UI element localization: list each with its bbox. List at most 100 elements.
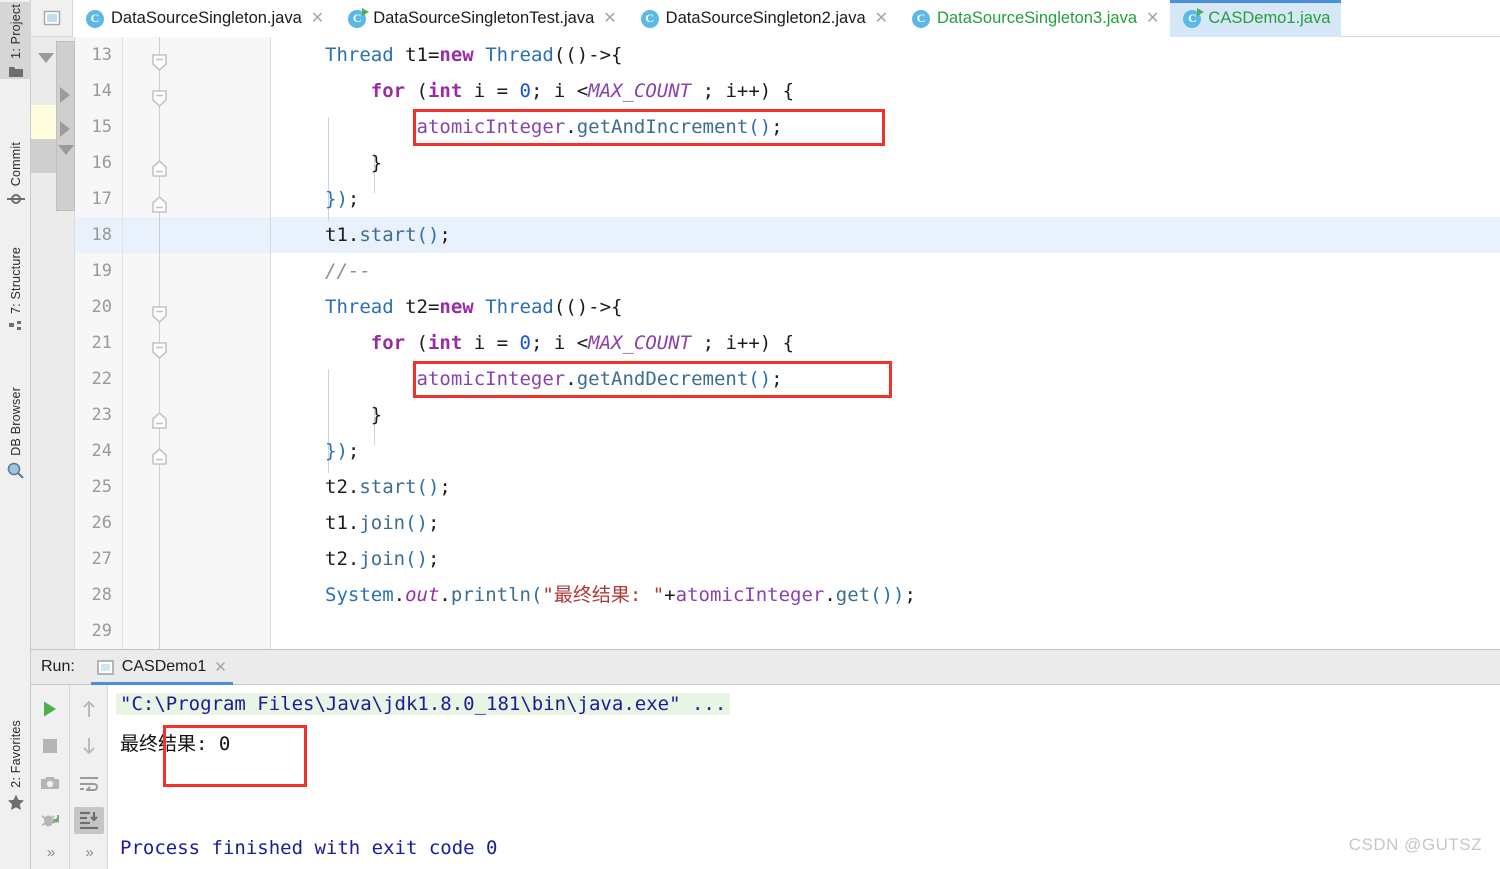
sidebar-item-label: Commit xyxy=(8,142,23,187)
code-row[interactable]: System.out.println("最终结果: "+atomicIntege… xyxy=(271,577,1500,613)
code-row[interactable]: t2.join(); xyxy=(271,541,1500,577)
sidebar-item-project[interactable]: 1: Project xyxy=(0,2,31,79)
line-number: 20 xyxy=(91,297,112,317)
tab-DataSourceSingleton2[interactable]: C DataSourceSingleton2.java ✕ xyxy=(627,0,900,37)
line-number: 18 xyxy=(91,225,112,245)
commit-icon xyxy=(6,192,25,206)
line-number: 27 xyxy=(91,549,112,569)
fold-collapse-icon[interactable] xyxy=(150,305,169,324)
gutter-row: 22 xyxy=(75,361,122,397)
code-row[interactable]: atomicInteger.getAndIncrement(); xyxy=(271,109,1500,145)
console-output[interactable]: "C:\Program Files\Java\jdk1.8.0_181\bin\… xyxy=(107,685,1500,869)
sidebar-item-label: 7: Structure xyxy=(8,247,23,315)
code-row[interactable]: for (int i = 0; i <MAX_COUNT ; i++) { xyxy=(271,325,1500,361)
sidebar-item-label: DB Browser xyxy=(8,387,23,456)
code-row[interactable]: Thread t2=new Thread(()->{ xyxy=(271,289,1500,325)
sidebar-item-favorites[interactable]: 2: Favorites xyxy=(0,718,31,811)
code-row[interactable]: //-- xyxy=(271,253,1500,289)
gutter-row: 27 xyxy=(75,541,122,577)
sidebar-item-db-browser[interactable]: DB Browser xyxy=(0,385,31,479)
java-class-icon: C xyxy=(640,9,659,28)
close-icon[interactable]: ✕ xyxy=(875,10,888,27)
soft-wrap-icon[interactable] xyxy=(74,770,104,797)
code-row[interactable]: atomicInteger.getAndDecrement(); xyxy=(271,361,1500,397)
close-icon[interactable]: ✕ xyxy=(603,10,616,27)
chevron-double-right-icon[interactable]: » xyxy=(47,844,55,861)
gutter-row: 14 xyxy=(75,73,122,109)
gutter-row: 26 xyxy=(75,505,122,541)
code-row[interactable]: t2.start(); xyxy=(271,469,1500,505)
sidebar-item-label: 2: Favorites xyxy=(8,720,23,788)
console-exit-line: Process finished with exit code 0 xyxy=(120,837,498,859)
gutter-row: 20 xyxy=(75,289,122,325)
code-row[interactable] xyxy=(271,613,1500,649)
code-row[interactable]: } xyxy=(271,397,1500,433)
fold-collapse-icon[interactable] xyxy=(150,341,169,360)
run-tool-window: Run: CASDemo1 ✕ » » "C:\Program Files\Ja… xyxy=(31,649,1500,869)
editor-nav-rail[interactable] xyxy=(31,37,75,649)
tab-DataSourceSingleton3[interactable]: C DataSourceSingleton3.java ✕ xyxy=(899,0,1171,37)
fold-end-icon[interactable] xyxy=(150,447,169,466)
line-number: 21 xyxy=(91,333,112,353)
ide-window: 1: Project Commit 7: Structure DB Browse… xyxy=(0,0,1500,869)
gutter-row: 16 xyxy=(75,145,122,181)
code-row[interactable]: for (int i = 0; i <MAX_COUNT ; i++) { xyxy=(271,73,1500,109)
fold-collapse-icon[interactable] xyxy=(150,89,169,108)
tab-overview-button[interactable] xyxy=(31,0,73,36)
run-panel-label: Run: xyxy=(41,658,75,675)
tab-CASDemo1[interactable]: C CASDemo1.java xyxy=(1170,0,1342,37)
gutter-row: 21 xyxy=(75,325,122,361)
caret-line-highlight xyxy=(123,217,270,253)
code-fold-gutter[interactable] xyxy=(123,37,271,649)
close-icon[interactable]: ✕ xyxy=(1146,10,1159,27)
structure-icon xyxy=(8,320,24,334)
chevron-down-icon[interactable] xyxy=(58,145,74,155)
run-config-icon xyxy=(96,659,114,675)
rerun-button[interactable] xyxy=(35,695,65,722)
chevron-double-right-icon[interactable]: » xyxy=(85,844,93,861)
code-text-area[interactable]: Thread t1=new Thread(()->{ for (int i = … xyxy=(271,37,1500,649)
code-row[interactable]: Thread t1=new Thread(()->{ xyxy=(271,37,1500,73)
fold-end-icon[interactable] xyxy=(150,159,169,178)
arrow-up-icon[interactable] xyxy=(74,695,104,722)
gutter-row: 19 xyxy=(75,253,122,289)
chevron-right-icon[interactable] xyxy=(60,121,70,137)
console-output-line: 最终结果: 0 xyxy=(120,733,231,755)
gutter-row: 13 xyxy=(75,37,122,73)
chevron-down-icon[interactable] xyxy=(38,53,54,63)
line-number: 19 xyxy=(91,261,112,281)
fold-end-icon[interactable] xyxy=(150,195,169,214)
line-number: 28 xyxy=(91,585,112,605)
run-config-tab-CASDemo1[interactable]: CASDemo1 ✕ xyxy=(87,649,237,685)
sidebar-item-commit[interactable]: Commit xyxy=(0,140,31,206)
code-row[interactable]: t1.start(); xyxy=(271,217,1500,253)
bug-icon[interactable] xyxy=(35,807,65,834)
code-row[interactable]: }); xyxy=(271,181,1500,217)
camera-icon[interactable] xyxy=(35,770,65,797)
line-number: 25 xyxy=(91,477,112,497)
code-row[interactable]: }); xyxy=(271,433,1500,469)
folder-icon xyxy=(8,65,24,79)
scroll-to-end-icon[interactable] xyxy=(73,806,104,834)
code-row[interactable]: t1.join(); xyxy=(271,505,1500,541)
tab-DataSourceSingleton[interactable]: C DataSourceSingleton.java ✕ xyxy=(73,0,336,37)
star-icon xyxy=(7,794,25,811)
code-row[interactable]: } xyxy=(271,145,1500,181)
stop-button[interactable] xyxy=(35,732,65,759)
close-icon[interactable]: ✕ xyxy=(214,658,227,676)
line-number: 15 xyxy=(91,117,112,137)
line-number: 26 xyxy=(91,513,112,533)
fold-end-icon[interactable] xyxy=(150,411,169,430)
code-editor[interactable]: 13 14 15 16 17 18 19 20 21 22 23 24 25 2… xyxy=(31,37,1500,649)
line-number: 14 xyxy=(91,81,112,101)
fold-collapse-icon[interactable] xyxy=(150,53,169,72)
line-number: 23 xyxy=(91,405,112,425)
tab-DataSourceSingletonTest[interactable]: C DataSourceSingletonTest.java ✕ xyxy=(335,0,628,37)
gutter-row: 15 xyxy=(75,109,122,145)
close-icon[interactable]: ✕ xyxy=(311,10,324,27)
line-number: 13 xyxy=(91,45,112,65)
arrow-down-icon[interactable] xyxy=(74,732,104,759)
sidebar-item-structure[interactable]: 7: Structure xyxy=(0,245,31,334)
chevron-right-icon[interactable] xyxy=(60,87,70,103)
tab-label: CASDemo1.java xyxy=(1208,9,1331,27)
